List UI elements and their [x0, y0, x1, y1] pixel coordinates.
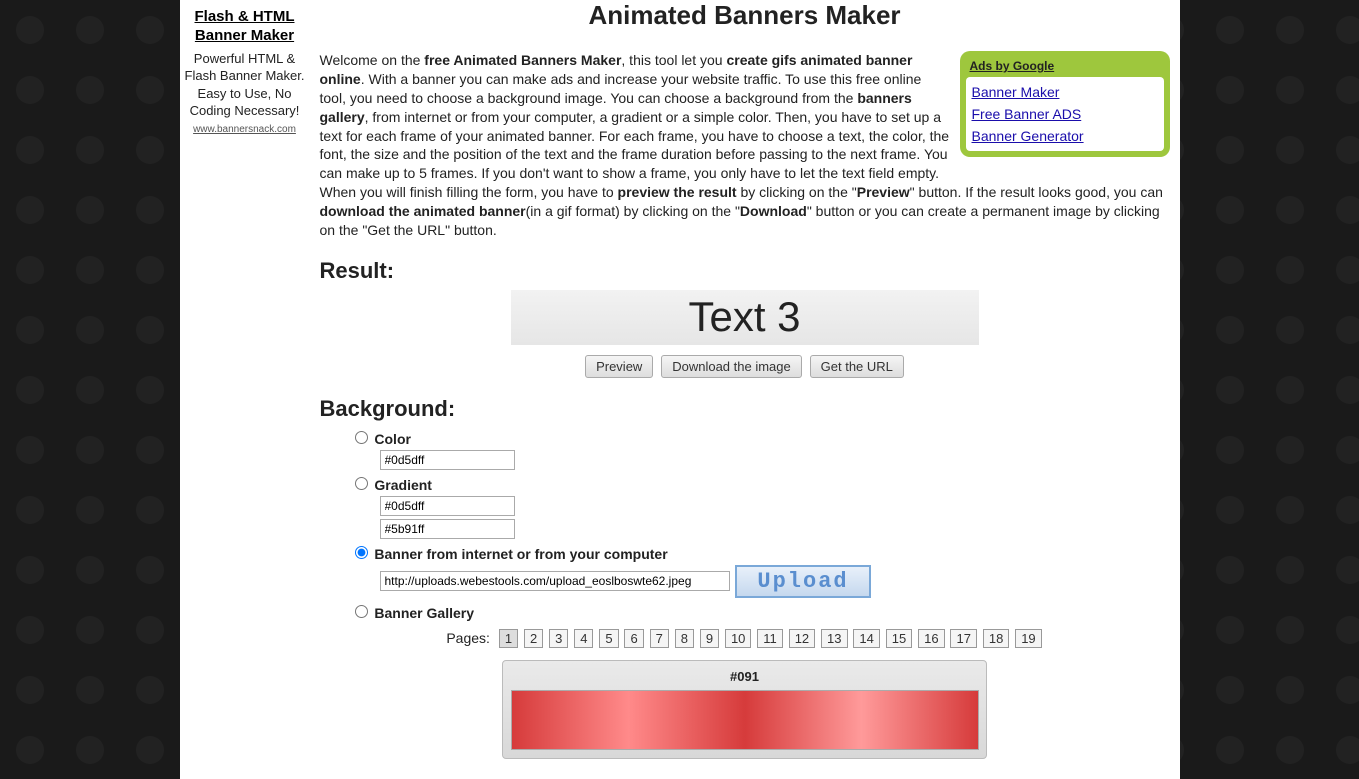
bg-gradient-radio[interactable] [355, 477, 368, 490]
pager-page[interactable]: 9 [700, 629, 719, 648]
pager: Pages: 1 2 3 4 5 6 7 8 9 10 11 12 13 14 … [320, 629, 1170, 648]
pager-page[interactable]: 6 [624, 629, 643, 648]
sidebar-ad-title[interactable]: Flash & HTML Banner Maker [185, 8, 305, 46]
pager-page[interactable]: 3 [549, 629, 568, 648]
pager-page[interactable]: 2 [524, 629, 543, 648]
pager-page[interactable]: 11 [757, 629, 783, 648]
pager-page[interactable]: 1 [499, 629, 518, 648]
page-title: Animated Banners Maker [320, 0, 1170, 31]
pager-page[interactable]: 12 [789, 629, 815, 648]
sidebar-ad-desc: Powerful HTML & Flash Banner Maker. Easy… [185, 50, 305, 120]
download-button[interactable]: Download the image [661, 355, 802, 378]
pager-page[interactable]: 15 [886, 629, 912, 648]
sidebar-ad-link[interactable]: www.bannersnack.com [193, 124, 296, 135]
pager-page[interactable]: 13 [821, 629, 847, 648]
bg-gradient-label: Gradient [374, 477, 432, 493]
pager-page[interactable]: 5 [599, 629, 618, 648]
pager-page[interactable]: 17 [950, 629, 976, 648]
bg-gallery-radio[interactable] [355, 605, 368, 618]
bg-color-radio[interactable] [355, 431, 368, 444]
bg-gradient-to-input[interactable] [380, 519, 515, 539]
ads-link[interactable]: Banner Generator [972, 125, 1158, 147]
bg-url-input[interactable] [380, 571, 730, 591]
bg-gallery-label: Banner Gallery [374, 605, 474, 621]
pager-page[interactable]: 10 [725, 629, 751, 648]
pager-page[interactable]: 19 [1015, 629, 1041, 648]
upload-button[interactable]: Upload [735, 565, 870, 598]
gallery-item[interactable]: #091 [502, 660, 987, 759]
gallery-caption: #091 [511, 669, 978, 684]
pager-page[interactable]: 18 [983, 629, 1009, 648]
pager-page[interactable]: 8 [675, 629, 694, 648]
result-preview: Text 3 [511, 290, 979, 345]
pager-page[interactable]: 14 [853, 629, 879, 648]
bg-color-label: Color [374, 431, 411, 447]
bg-url-radio[interactable] [355, 546, 368, 559]
gallery-thumbnail [511, 690, 979, 750]
ads-link[interactable]: Free Banner ADS [972, 103, 1158, 125]
bg-color-input[interactable] [380, 450, 515, 470]
sidebar-ad: Flash & HTML Banner Maker Powerful HTML … [180, 0, 310, 779]
result-heading: Result: [320, 258, 1170, 284]
pager-label: Pages: [446, 630, 490, 646]
geturl-button[interactable]: Get the URL [810, 355, 904, 378]
ads-link[interactable]: Banner Maker [972, 81, 1158, 103]
ads-box: Ads by Google Banner Maker Free Banner A… [960, 51, 1170, 157]
pager-page[interactable]: 7 [650, 629, 669, 648]
pager-page[interactable]: 16 [918, 629, 944, 648]
preview-button[interactable]: Preview [585, 355, 653, 378]
bg-gradient-from-input[interactable] [380, 496, 515, 516]
ads-header: Ads by Google [966, 57, 1164, 77]
pager-page[interactable]: 4 [574, 629, 593, 648]
bg-url-label: Banner from internet or from your comput… [374, 546, 667, 562]
background-heading: Background: [320, 396, 1170, 422]
